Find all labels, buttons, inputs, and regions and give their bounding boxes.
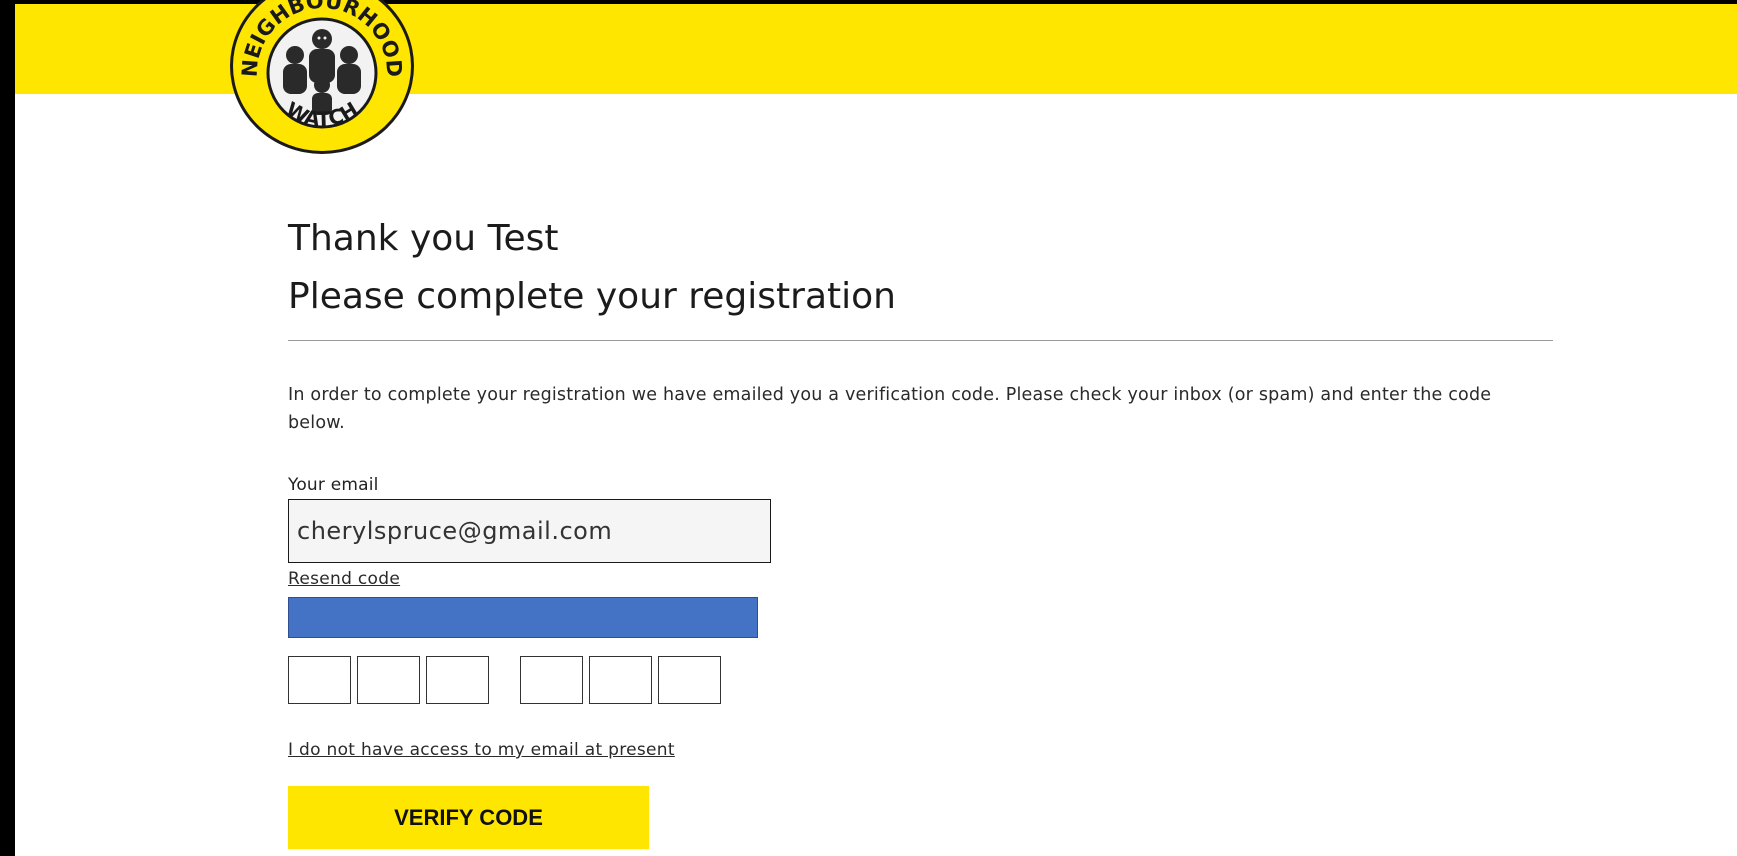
code-digit-3[interactable] xyxy=(426,656,489,704)
code-digit-6[interactable] xyxy=(658,656,721,704)
email-label: Your email xyxy=(288,475,379,495)
code-digit-5[interactable] xyxy=(589,656,652,704)
highlighted-bar xyxy=(288,597,758,638)
thank-you-heading: Thank you Test xyxy=(288,218,559,259)
neighbourhood-watch-logo[interactable]: NEIGHBOURHOOD WATCH xyxy=(230,0,414,154)
no-email-access-link[interactable]: I do not have access to my email at pres… xyxy=(288,740,675,760)
verification-code-inputs xyxy=(288,656,1553,704)
registration-form: Thank you Test Please complete your regi… xyxy=(288,210,1553,849)
complete-registration-heading: Please complete your registration xyxy=(288,276,896,317)
email-field[interactable] xyxy=(288,499,771,563)
code-digit-4[interactable] xyxy=(520,656,583,704)
verify-code-button[interactable]: VERIFY CODE xyxy=(288,786,649,849)
window-frame-left xyxy=(0,0,15,856)
code-digit-1[interactable] xyxy=(288,656,351,704)
divider xyxy=(288,340,1553,341)
resend-code-link[interactable]: Resend code xyxy=(288,569,400,589)
instructions-text: In order to complete your registration w… xyxy=(288,385,1492,433)
code-digit-2[interactable] xyxy=(357,656,420,704)
